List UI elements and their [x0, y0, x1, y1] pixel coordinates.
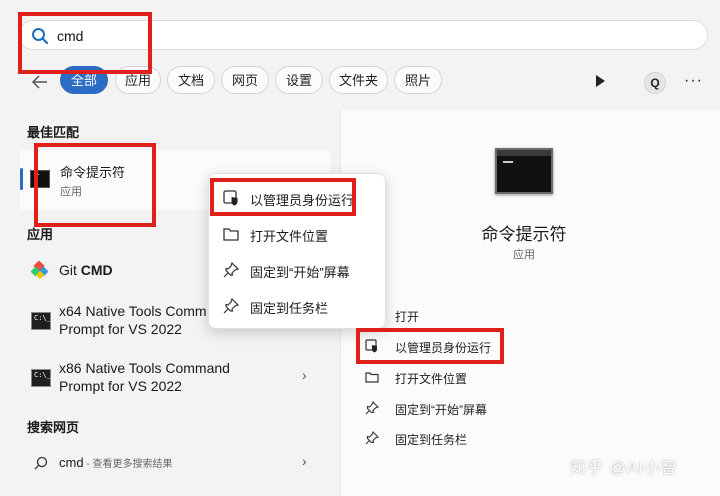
command-prompt-large-icon: [495, 148, 553, 194]
account-icon[interactable]: Q: [644, 72, 666, 94]
app-name: Git CMD: [59, 262, 113, 278]
filter-folders-tab[interactable]: 文件夹: [329, 66, 388, 94]
play-icon[interactable]: [596, 75, 605, 87]
selection-indicator: [20, 168, 23, 190]
watermark: 知乎 @AI小智: [570, 460, 678, 477]
highlight-box: [210, 178, 356, 216]
web-search-heading: 搜索网页: [27, 420, 80, 435]
detail-subtitle: 应用: [513, 249, 535, 261]
web-search-query: cmd - 查看更多搜索结果: [59, 455, 173, 470]
highlight-box: [18, 12, 152, 74]
terminal-icon: C:\_: [31, 369, 51, 387]
app-name-line1: x64 Native Tools Comm: [59, 303, 207, 319]
menu-item-open-file-location[interactable]: 打开文件位置: [209, 217, 385, 251]
folder-icon: [223, 228, 239, 241]
git-icon: [31, 261, 49, 279]
pin-icon: [223, 298, 239, 314]
filter-settings-tab[interactable]: 设置: [275, 66, 323, 94]
highlight-box: [34, 143, 156, 227]
app-name-line1: x86 Native Tools Command: [59, 360, 230, 376]
filter-web-tab[interactable]: 网页: [221, 66, 269, 94]
menu-item-pin-to-taskbar[interactable]: 固定到任务栏: [209, 289, 385, 323]
app-name-line2: Prompt for VS 2022: [59, 378, 182, 394]
folder-icon: [365, 372, 379, 383]
chevron-right-icon[interactable]: ›: [302, 367, 307, 383]
web-search-item[interactable]: cmd - 查看更多搜索结果 ›: [20, 450, 330, 476]
back-arrow-icon[interactable]: [30, 72, 50, 92]
pin-icon: [223, 262, 239, 278]
highlight-box: [356, 328, 504, 364]
terminal-icon: C:\_: [31, 312, 51, 330]
detail-title: 命令提示符: [481, 225, 567, 244]
more-options-button[interactable]: ···: [684, 72, 703, 90]
chevron-right-icon[interactable]: ›: [302, 453, 307, 469]
best-match-heading: 最佳匹配: [27, 125, 80, 140]
search-icon: [34, 456, 48, 470]
detail-panel: 命令提示符 应用 打开 以管理员身份运行 打开文件位置 固定到“开始”屏幕 固定…: [340, 110, 720, 496]
menu-item-pin-to-start[interactable]: 固定到“开始”屏幕: [209, 253, 385, 287]
pin-icon: [365, 431, 379, 445]
app-name-line2: Prompt for VS 2022: [59, 321, 182, 337]
filter-documents-tab[interactable]: 文档: [167, 66, 215, 94]
app-item-x86-native-tools[interactable]: C:\_ x86 Native Tools Command Prompt for…: [20, 357, 330, 399]
pin-icon: [365, 401, 379, 415]
filter-photos-tab[interactable]: 照片: [394, 66, 442, 94]
